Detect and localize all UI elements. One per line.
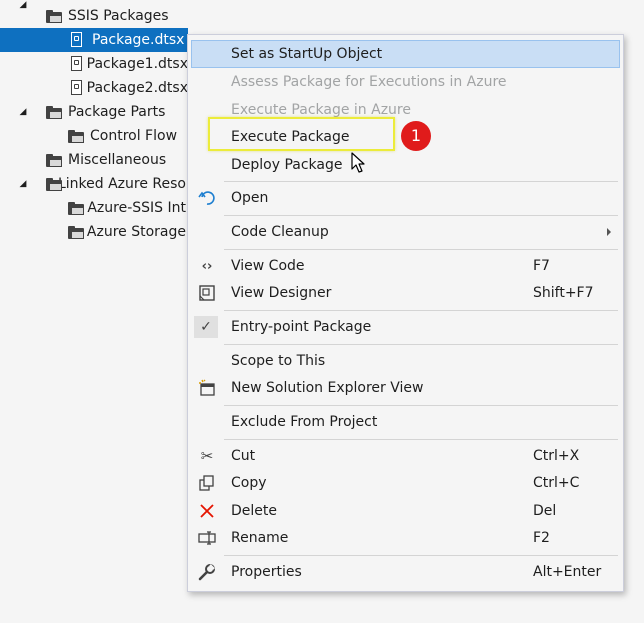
- menu-item-deploy-package[interactable]: Deploy Package: [188, 152, 623, 178]
- menu-item-label: View Designer: [231, 285, 332, 301]
- tree-item-linked-azure-resources[interactable]: Linked Azure Reso: [46, 172, 186, 196]
- collapse-arrow-icon[interactable]: ◢: [18, 179, 28, 189]
- delete-x-icon: [198, 502, 216, 520]
- menu-item-label: Deploy Package: [231, 157, 343, 173]
- scissors-icon: ✂: [200, 447, 214, 465]
- mouse-cursor-icon: [351, 152, 365, 173]
- tree-item-label: Package2.dtsx: [86, 80, 188, 96]
- ssis-package-icon: [70, 79, 82, 97]
- folder-icon: [46, 177, 62, 191]
- collapse-arrow-icon[interactable]: ◢: [18, 107, 28, 117]
- menu-item-shortcut: Ctrl+X: [533, 448, 580, 464]
- menu-item-exclude-from-project[interactable]: Exclude From Project: [188, 409, 623, 435]
- tree-item-label: Linked Azure Reso: [57, 176, 186, 192]
- menu-item-assess-package-azure: Assess Package for Executions in Azure: [188, 69, 623, 95]
- menu-item-label: Cut: [231, 448, 256, 464]
- menu-item-scope-to-this[interactable]: Scope to This: [188, 348, 623, 374]
- wrench-icon: [198, 563, 216, 581]
- menu-item-shortcut: Alt+Enter: [533, 564, 602, 580]
- checkmark-icon: ✓: [194, 316, 218, 338]
- folder-icon: [68, 129, 84, 143]
- tree-item-label: Miscellaneous: [68, 152, 167, 168]
- tree-item-label: Package.dtsx: [92, 32, 185, 48]
- menu-separator: [224, 181, 618, 182]
- tree-item-package-parts[interactable]: Package Parts: [46, 100, 186, 124]
- menu-item-shortcut: Ctrl+C: [533, 475, 580, 491]
- submenu-arrow-icon: [607, 228, 611, 236]
- menu-item-shortcut: Shift+F7: [533, 285, 594, 301]
- menu-item-label: Entry-point Package: [231, 319, 372, 335]
- step-number-badge: 1: [401, 121, 431, 151]
- designer-icon: [198, 284, 216, 302]
- menu-item-label: Properties: [231, 564, 302, 580]
- collapse-arrow-icon[interactable]: ◢: [18, 0, 28, 10]
- menu-item-label: Open: [231, 190, 269, 206]
- menu-separator: [224, 249, 618, 250]
- folder-icon: [68, 201, 84, 215]
- menu-item-label: Copy: [231, 475, 267, 491]
- tree-item-ssis-packages[interactable]: SSIS Packages: [46, 4, 186, 28]
- menu-separator: [224, 215, 618, 216]
- menu-item-entry-point-package[interactable]: ✓ Entry-point Package: [188, 314, 623, 340]
- menu-item-label: Assess Package for Executions in Azure: [231, 74, 507, 90]
- tree-item-label: Azure Storage: [86, 224, 186, 240]
- menu-item-cut[interactable]: ✂ Cut Ctrl+X: [188, 443, 623, 469]
- menu-item-shortcut: F2: [533, 530, 550, 546]
- folder-icon: [46, 105, 62, 119]
- menu-item-label: Code Cleanup: [231, 224, 329, 240]
- menu-item-copy[interactable]: Copy Ctrl+C: [188, 470, 623, 496]
- tree-item-control-flow[interactable]: Control Flow: [68, 124, 186, 148]
- menu-item-delete[interactable]: Delete Del: [188, 498, 623, 524]
- menu-item-rename[interactable]: Rename F2: [188, 525, 623, 551]
- tree-item-package2[interactable]: Package2.dtsx: [70, 76, 188, 100]
- menu-separator: [224, 439, 618, 440]
- menu-item-label: Rename: [231, 530, 289, 546]
- tree-item-azure-storage[interactable]: Azure Storage: [68, 220, 186, 244]
- code-brackets-icon: ‹›: [201, 258, 213, 274]
- tree-item-package[interactable]: Package.dtsx: [0, 28, 188, 52]
- menu-item-properties[interactable]: Properties Alt+Enter: [188, 559, 623, 585]
- menu-item-view-designer[interactable]: View Designer Shift+F7: [188, 280, 623, 306]
- menu-separator: [224, 344, 618, 345]
- tree-item-label: SSIS Packages: [68, 8, 169, 24]
- menu-item-label: Delete: [231, 503, 277, 519]
- rename-icon: [198, 529, 216, 547]
- ssis-package-icon: [70, 55, 82, 73]
- menu-item-code-cleanup[interactable]: Code Cleanup: [188, 219, 623, 245]
- tree-item-package1[interactable]: Package1.dtsx: [70, 52, 188, 76]
- menu-item-shortcut: Del: [533, 503, 557, 519]
- menu-separator: [224, 405, 618, 406]
- menu-item-set-as-startup-object[interactable]: Set as StartUp Object: [191, 40, 620, 68]
- undo-arrow-icon: [198, 189, 216, 207]
- menu-item-label: Set as StartUp Object: [231, 46, 383, 62]
- folder-icon: [46, 9, 62, 23]
- menu-separator: [224, 555, 618, 556]
- tree-item-label: Package Parts: [68, 104, 166, 120]
- menu-item-label: Exclude From Project: [231, 414, 378, 430]
- tree-item-label: Control Flow: [90, 128, 178, 144]
- ssis-package-icon: [70, 31, 84, 49]
- highlight-callout-box: [208, 117, 395, 151]
- tree-item-azure-ssis-ir[interactable]: Azure-SSIS Int: [68, 196, 186, 220]
- menu-item-open[interactable]: Open: [188, 185, 623, 211]
- menu-item-label: New Solution Explorer View: [231, 380, 424, 396]
- new-window-icon: [198, 379, 216, 397]
- menu-item-label: Scope to This: [231, 353, 326, 369]
- menu-item-view-code[interactable]: ‹› View Code F7: [188, 253, 623, 279]
- copy-icon: [198, 474, 216, 492]
- folder-icon: [46, 153, 62, 167]
- tree-item-label: Package1.dtsx: [86, 56, 188, 72]
- menu-separator: [224, 310, 618, 311]
- menu-item-label: View Code: [231, 258, 305, 274]
- folder-icon: [68, 225, 84, 239]
- tree-item-label: Azure-SSIS Int: [87, 200, 186, 216]
- tree-item-miscellaneous[interactable]: Miscellaneous: [46, 148, 186, 172]
- menu-item-new-solution-explorer-view[interactable]: New Solution Explorer View: [188, 375, 623, 401]
- menu-item-shortcut: F7: [533, 258, 550, 274]
